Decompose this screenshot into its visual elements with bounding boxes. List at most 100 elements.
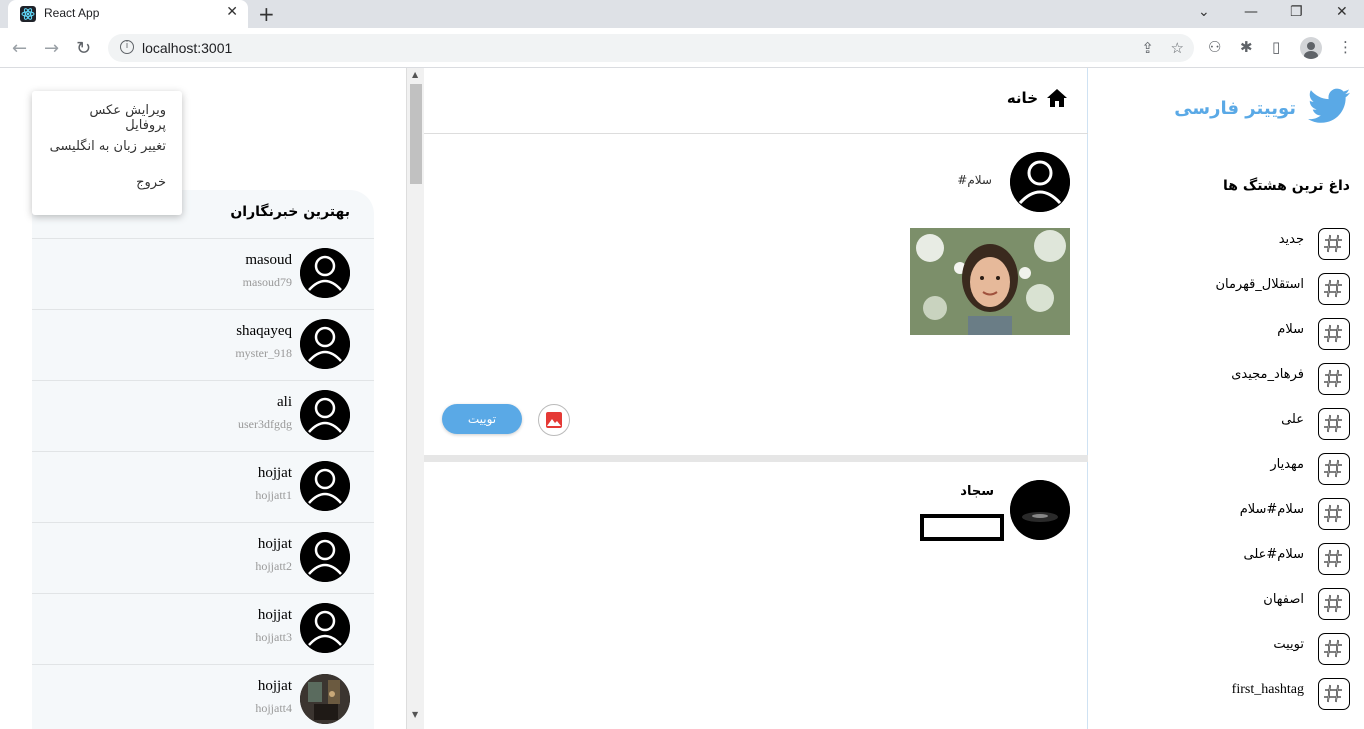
share-icon[interactable]: ⇪	[1141, 39, 1154, 57]
left-panel: ویرایش عکس پروفایل تغییر زبان به انگلیسی…	[0, 68, 406, 729]
hashtag-icon	[1318, 633, 1350, 665]
browser-tab-bar: React App ✕ + ⌄ — ❐ ✕	[0, 0, 1364, 28]
reporter-name: ali	[277, 394, 292, 410]
hashtag-label: مهدیار	[1270, 457, 1304, 472]
reporter-row[interactable]: hojjat hojjatt2	[32, 522, 374, 593]
page-title: خانه	[1006, 89, 1038, 107]
scroll-thumb[interactable]	[410, 84, 422, 184]
info-icon[interactable]: i	[120, 40, 134, 54]
trending-title: داغ ترین هشتگ ها	[1223, 178, 1350, 194]
scroll-down-arrow-icon[interactable]: ▼	[412, 710, 418, 719]
minimize-button[interactable]: —	[1244, 4, 1258, 20]
reporter-handle: user3dfgdg	[238, 417, 292, 431]
hashtag-item[interactable]: سلام#علی	[1100, 543, 1350, 577]
hashtag-item[interactable]: توییت	[1100, 633, 1350, 667]
tab-search-icon[interactable]: ⌄	[1198, 4, 1210, 20]
hashtag-item[interactable]: first_hashtag	[1100, 678, 1350, 712]
profile-avatar[interactable]	[1300, 37, 1322, 59]
menu-item-edit-photo[interactable]: ویرایش عکس پروفایل	[32, 103, 182, 139]
react-icon	[20, 6, 36, 22]
tweet-button[interactable]: توییت	[442, 404, 522, 434]
top-reporters-panel: بهترین خبرنگاران masoud masoud79 shaqaye…	[32, 190, 374, 729]
scroll-up-arrow-icon[interactable]: ▲	[412, 70, 418, 79]
reload-button[interactable]: ↻	[76, 38, 91, 59]
tweet-item[interactable]: سجاد	[424, 462, 1088, 662]
forward-button[interactable]: →	[44, 38, 59, 59]
hashtag-icon	[1318, 408, 1350, 440]
twitter-bird-icon[interactable]	[1308, 88, 1350, 124]
main-feed: خانه #سلام توییت سجاد	[424, 68, 1088, 729]
close-tab-icon[interactable]: ✕	[226, 4, 238, 20]
avatar	[300, 248, 350, 298]
hashtag-item[interactable]: سلام	[1100, 318, 1350, 352]
hashtag-icon	[1318, 273, 1350, 305]
hashtag-label: جدید	[1278, 232, 1304, 247]
compose-text[interactable]: #سلام	[957, 173, 992, 187]
side-panel-icon[interactable]: ▯	[1272, 38, 1280, 56]
extension-icon[interactable]: ⚇	[1208, 38, 1221, 56]
hashtag-icon	[1318, 543, 1350, 575]
scrollbar[interactable]: ▲ ▼	[406, 68, 424, 729]
address-bar[interactable]: i localhost:3001 ⇪ ☆	[108, 34, 1194, 62]
avatar	[300, 390, 350, 440]
avatar	[300, 532, 350, 582]
hashtag-item[interactable]: فرهاد_مجیدی	[1100, 363, 1350, 397]
top-reporters-title: بهترین خبرنگاران	[230, 204, 350, 220]
hashtag-icon	[1318, 228, 1350, 260]
hashtag-label: سلام#علی	[1243, 547, 1305, 562]
avatar	[300, 319, 350, 369]
hashtag-item[interactable]: سلام#سلام	[1100, 498, 1350, 532]
reporter-name: hojjat	[257, 536, 292, 552]
avatar	[300, 603, 350, 653]
brand-name[interactable]: توییتر فارسی	[1174, 98, 1296, 119]
hashtag-item[interactable]: علی	[1100, 408, 1350, 442]
image-icon	[546, 412, 562, 428]
hashtag-item[interactable]: اصفهان	[1100, 588, 1350, 622]
divider	[424, 455, 1088, 462]
browser-tab[interactable]: React App ✕	[8, 0, 248, 28]
reporter-name: masoud	[245, 252, 292, 268]
reporter-row[interactable]: shaqayeq myster_918	[32, 309, 374, 380]
add-image-button[interactable]	[538, 404, 570, 436]
reporter-handle: masoud79	[242, 275, 292, 289]
reporter-name: hojjat	[257, 678, 292, 694]
tweet-content-box	[920, 514, 1004, 541]
close-window-button[interactable]: ✕	[1336, 4, 1348, 20]
home-header: خانه	[424, 68, 1088, 134]
reporter-row[interactable]: hojjat hojjatt4	[32, 664, 374, 729]
reporter-row[interactable]: ali user3dfgdg	[32, 380, 374, 451]
reporter-handle: hojjatt1	[255, 488, 292, 502]
menu-item-logout[interactable]: خروج	[32, 175, 182, 211]
menu-kebab-icon[interactable]: ⋮	[1338, 38, 1353, 56]
bookmark-star-icon[interactable]: ☆	[1171, 39, 1184, 57]
hashtag-label: فرهاد_مجیدی	[1231, 367, 1304, 382]
hashtag-label: سلام#سلام	[1239, 502, 1304, 517]
profile-menu: ویرایش عکس پروفایل تغییر زبان به انگلیسی…	[32, 91, 182, 215]
hashtag-item[interactable]: مهدیار	[1100, 453, 1350, 487]
hashtag-item[interactable]: جدید	[1100, 228, 1350, 262]
app-page: ویرایش عکس پروفایل تغییر زبان به انگلیسی…	[0, 68, 1364, 729]
compose-box: #سلام توییت	[424, 135, 1088, 455]
tweet-author[interactable]: سجاد	[960, 484, 994, 499]
hashtag-label: توییت	[1273, 637, 1304, 652]
reporter-handle: myster_918	[235, 346, 292, 360]
puzzle-icon[interactable]: ✱	[1240, 38, 1253, 56]
menu-item-change-language[interactable]: تغییر زبان به انگلیسی	[32, 139, 182, 175]
avatar	[1010, 152, 1070, 212]
url-text: localhost:3001	[142, 40, 233, 56]
home-icon	[1047, 89, 1067, 107]
back-button[interactable]: ←	[12, 38, 27, 59]
reporter-handle: hojjatt4	[255, 701, 292, 715]
tab-title: React App	[44, 6, 100, 20]
hashtag-item[interactable]: استقلال_قهرمان	[1100, 273, 1350, 307]
reporter-row[interactable]: masoud masoud79	[32, 238, 374, 309]
browser-toolbar: ← → ↻ i localhost:3001 ⇪ ☆ ⚇ ✱ ▯ ⋮	[0, 28, 1364, 68]
hashtag-icon	[1318, 318, 1350, 350]
reporter-row[interactable]: hojjat hojjatt1	[32, 451, 374, 522]
restore-button[interactable]: ❐	[1290, 4, 1303, 20]
reporter-name: hojjat	[257, 465, 292, 481]
avatar	[300, 461, 350, 511]
reporter-row[interactable]: hojjat hojjatt3	[32, 593, 374, 664]
reporter-handle: hojjatt2	[255, 559, 292, 573]
new-tab-button[interactable]: +	[258, 2, 275, 26]
